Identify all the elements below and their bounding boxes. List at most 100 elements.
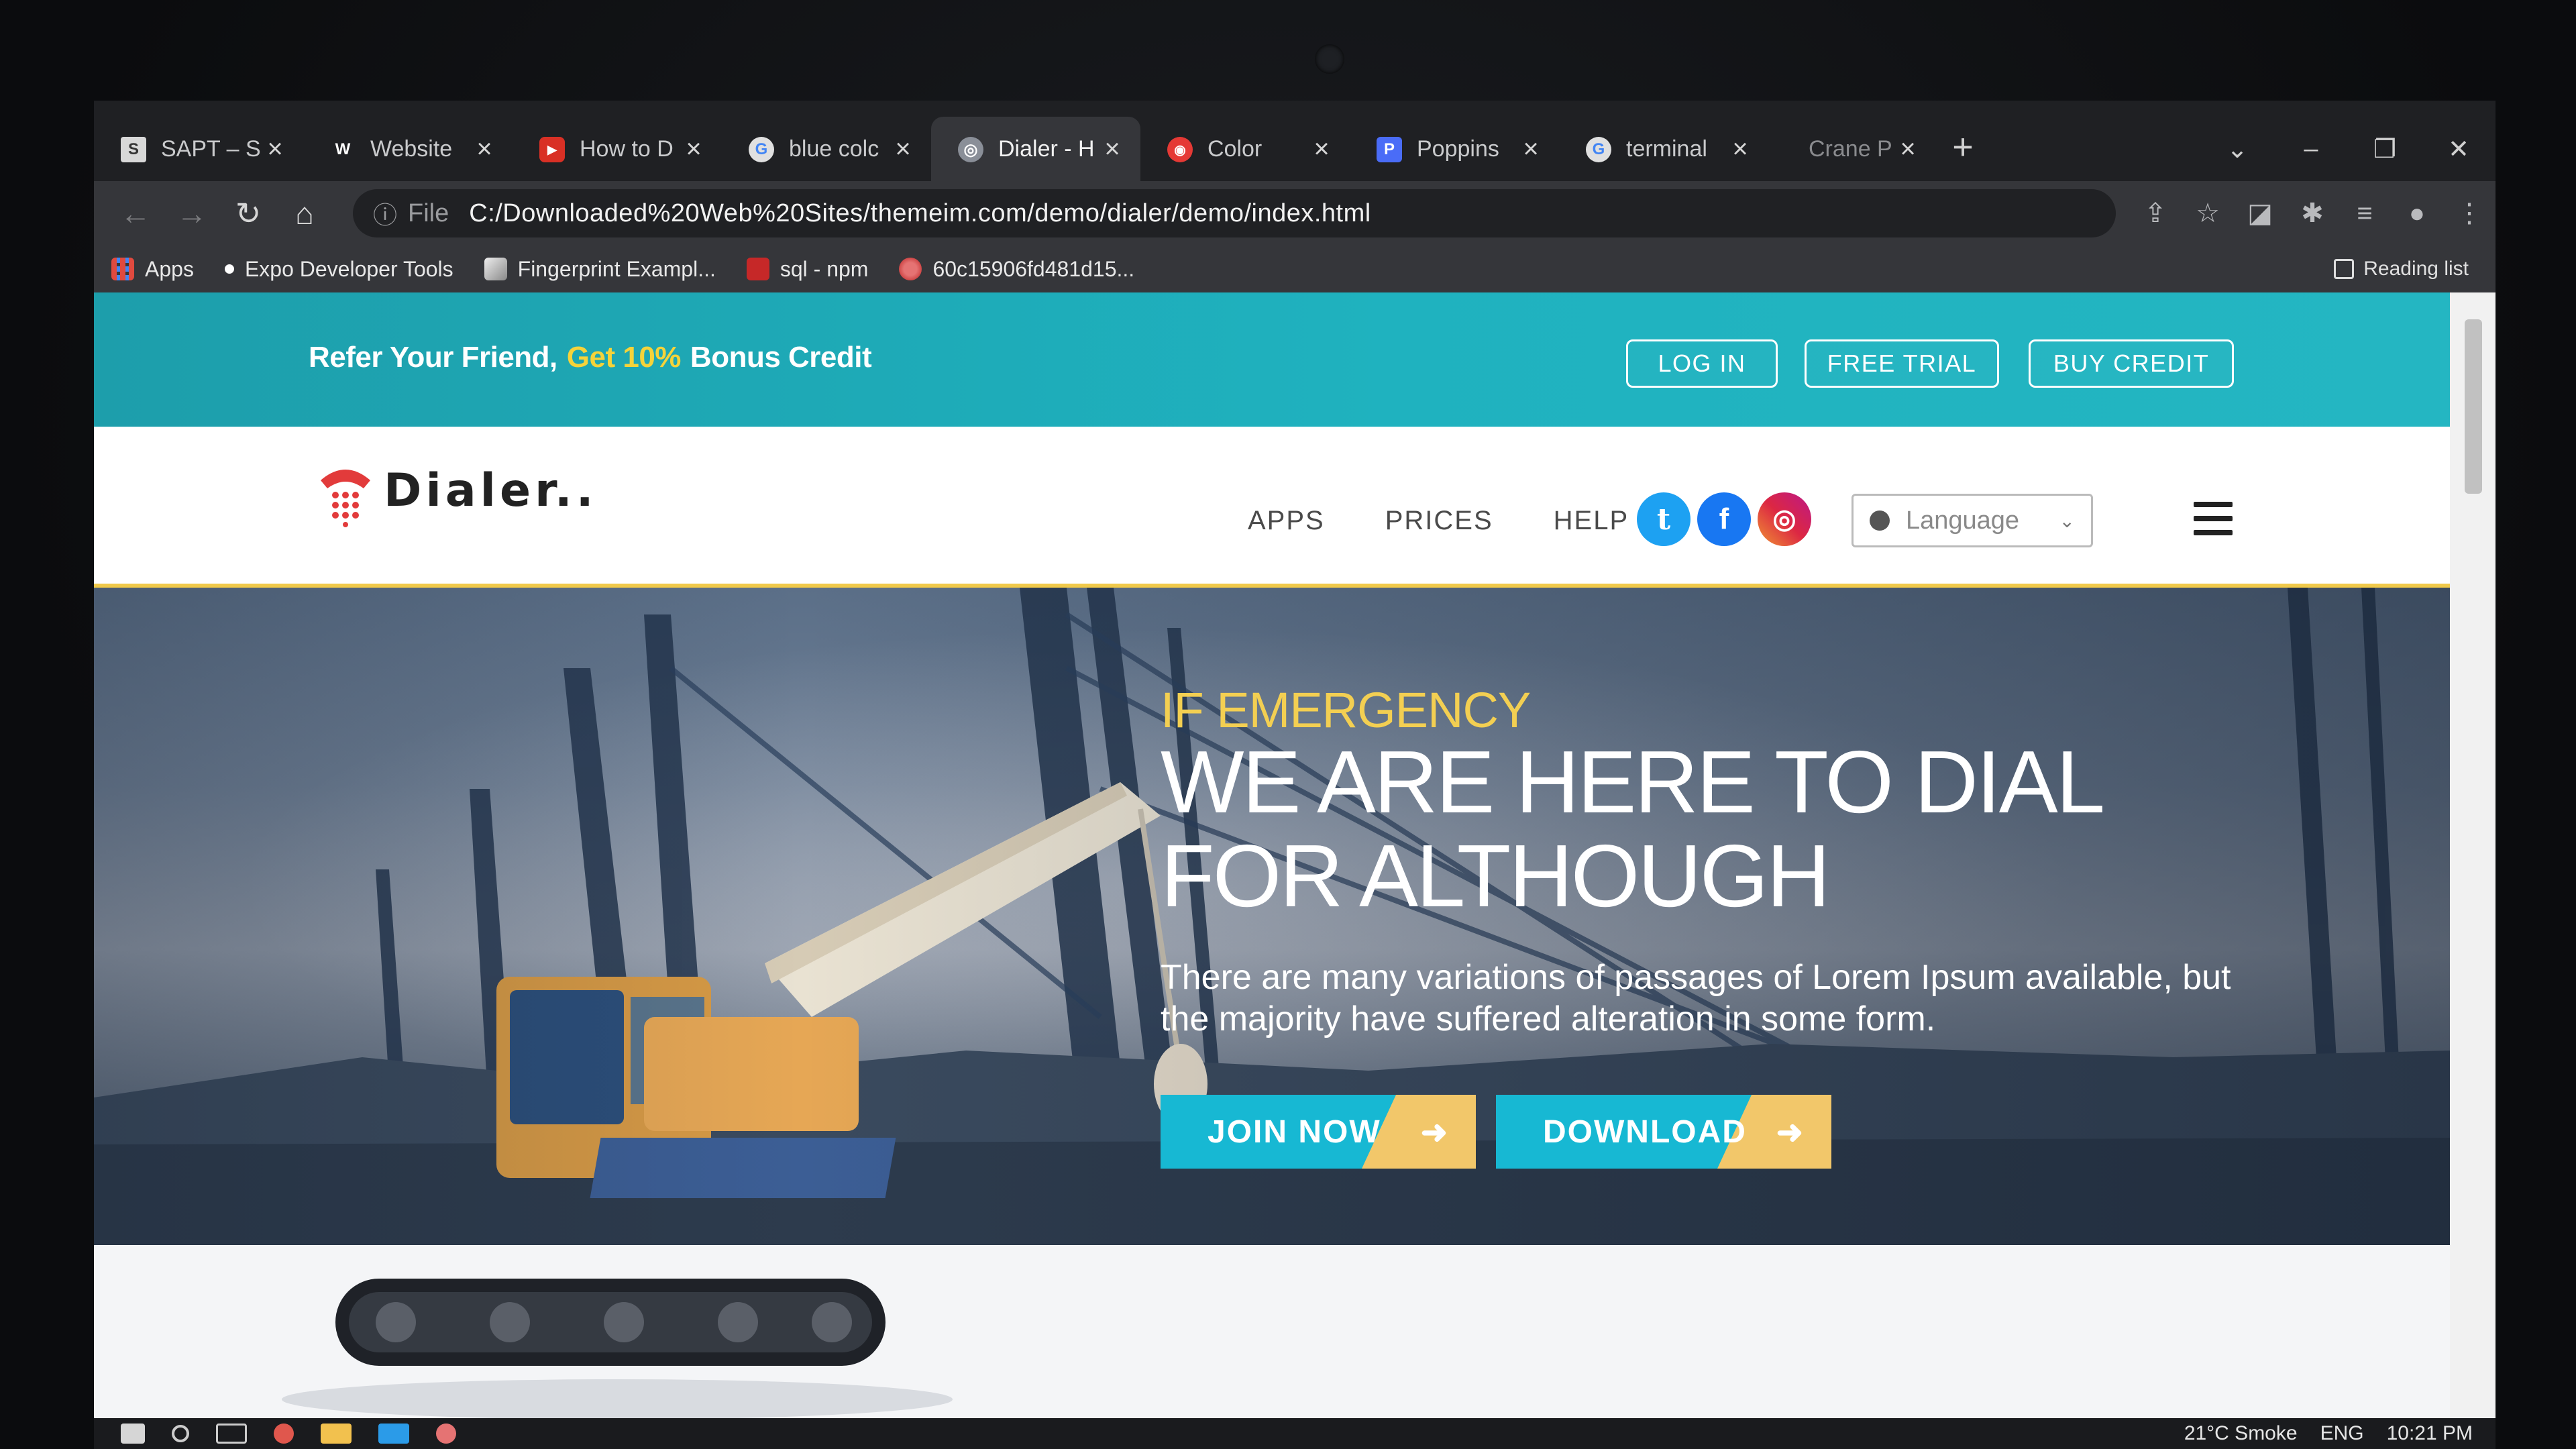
input-language[interactable]: ENG	[2320, 1422, 2364, 1445]
tab-active[interactable]: ◎ Dialer - H ×	[931, 117, 1140, 181]
tab[interactable]: ◉ Color ×	[1140, 117, 1350, 181]
home-icon[interactable]: ⌂	[276, 195, 333, 231]
bookmark-label: Apps	[145, 256, 194, 281]
tab-title: SAPT – S	[161, 136, 261, 162]
tab-close-icon[interactable]: ×	[262, 136, 288, 162]
tab-title: Poppins	[1417, 136, 1499, 162]
main-menu: APPS PRICES HELP	[1248, 506, 1689, 536]
address-bar[interactable]: ⓘ File C:/Downloaded%20Web%20Sites/theme…	[353, 189, 2116, 237]
arrow-right-icon: ➜	[1776, 1115, 1805, 1150]
hero-title: WE ARE HERE TO DIAL FOR ALTHOUGH	[1161, 733, 2102, 925]
menu-item-prices[interactable]: PRICES	[1385, 506, 1493, 536]
weather-widget[interactable]: 21°C Smoke	[2184, 1422, 2298, 1445]
tab-favicon-icon: ◉	[1167, 137, 1193, 162]
clock[interactable]: 10:21 PM	[2387, 1422, 2473, 1445]
restore-icon[interactable]: ❐	[2348, 134, 2422, 164]
start-icon[interactable]	[121, 1424, 145, 1444]
share-icon[interactable]: ⇪	[2129, 198, 2182, 229]
reading-list[interactable]: Reading list	[2334, 258, 2469, 280]
free-trial-button[interactable]: FREE TRIAL	[1805, 339, 1999, 388]
tab[interactable]: G terminal ×	[1559, 117, 1768, 181]
join-now-button[interactable]: JOIN NOW ➜	[1161, 1095, 1476, 1169]
tab-close-icon[interactable]: ×	[1727, 136, 1754, 162]
social-links: t f ◎	[1637, 492, 1818, 546]
vscode-icon[interactable]	[378, 1424, 409, 1444]
tab[interactable]: P Poppins ×	[1350, 117, 1559, 181]
bookmark-hash[interactable]: 60c15906fd481d15...	[899, 257, 1134, 282]
forward-icon[interactable]: →	[164, 195, 220, 231]
buy-credit-button[interactable]: BUY CREDIT	[2029, 339, 2234, 388]
tab-close-icon[interactable]: ×	[471, 136, 498, 162]
menu-kebab-icon[interactable]: ⋮	[2443, 198, 2496, 229]
close-window-icon[interactable]: ✕	[2422, 134, 2496, 164]
tab-close-icon[interactable]: ×	[1308, 136, 1335, 162]
new-tab-button[interactable]: +	[1936, 117, 1990, 181]
tab-favicon-icon: G	[1586, 137, 1611, 162]
site-logo[interactable]: Dialer..	[315, 453, 598, 527]
toolbar-actions: ⇪ ☆ ◪ ✱ ≡ ● ⋮	[2129, 198, 2496, 229]
bookmark-expo[interactable]: Expo Developer Tools	[224, 256, 453, 282]
tab-close-icon[interactable]: ×	[1517, 136, 1544, 162]
bookmarks-bar: Apps Expo Developer Tools Fingerprint Ex…	[94, 246, 2496, 292]
tab-close-icon[interactable]: ×	[680, 136, 707, 162]
minimize-icon[interactable]: –	[2274, 135, 2348, 164]
tab-title: blue colc	[789, 136, 879, 162]
bookmark-apps[interactable]: Apps	[111, 257, 194, 282]
address-scheme: File	[408, 199, 449, 227]
bookmark-label: Expo Developer Tools	[244, 256, 453, 281]
instagram-icon[interactable]: ◎	[1758, 492, 1811, 546]
tab[interactable]: W Website ×	[303, 117, 513, 181]
globe-icon	[1870, 511, 1890, 531]
reload-icon[interactable]: ↻	[220, 195, 276, 231]
fingerprint-icon	[484, 258, 507, 280]
hero-description: There are many variations of passages of…	[1161, 958, 2231, 1038]
extensions-puzzle-icon[interactable]: ✱	[2286, 198, 2339, 229]
bookmark-fingerprint[interactable]: Fingerprint Exampl...	[484, 257, 716, 282]
reading-list-label: Reading list	[2363, 258, 2469, 280]
menu-item-help[interactable]: HELP	[1554, 506, 1629, 536]
tab-title: Dialer - H	[998, 136, 1095, 162]
app-icon[interactable]	[436, 1424, 456, 1444]
tab-favicon-icon: ▶	[539, 137, 565, 162]
tab-favicon-icon: S	[121, 137, 146, 162]
scrollbar-thumb[interactable]	[2465, 319, 2482, 494]
menu-item-apps[interactable]: APPS	[1248, 506, 1325, 536]
file-explorer-icon[interactable]	[321, 1424, 352, 1444]
site-info-icon[interactable]: ⓘ	[373, 196, 397, 231]
tab-title: How to D	[580, 136, 674, 162]
expo-dot-icon	[224, 264, 234, 274]
tab-close-icon[interactable]: ×	[890, 136, 916, 162]
page-scrollbar[interactable]	[2450, 292, 2496, 1449]
tab-title: Website	[370, 136, 453, 162]
tab-search-icon[interactable]: ⌄	[2200, 134, 2274, 164]
extension-icon[interactable]: ◪	[2234, 198, 2286, 229]
tab[interactable]: S SAPT – S ×	[94, 117, 303, 181]
tab-close-icon[interactable]: ×	[1099, 136, 1126, 162]
reading-list-icon	[2334, 259, 2355, 279]
tab[interactable]: Crane P ×	[1768, 117, 1936, 181]
reading-mode-icon[interactable]: ≡	[2339, 199, 2391, 229]
download-button[interactable]: DOWNLOAD ➜	[1496, 1095, 1831, 1169]
tab[interactable]: ▶ How to D ×	[513, 117, 722, 181]
search-icon[interactable]	[172, 1425, 189, 1442]
bookmark-label: 60c15906fd481d15...	[932, 256, 1135, 281]
tab-close-icon[interactable]: ×	[1894, 136, 1921, 162]
bookmark-npm[interactable]: sql - npm	[746, 257, 868, 282]
tab[interactable]: G blue colc ×	[722, 117, 931, 181]
address-url[interactable]: C:/Downloaded%20Web%20Sites/themeim.com/…	[469, 199, 1371, 228]
chrome-icon[interactable]	[274, 1424, 294, 1444]
profile-icon[interactable]: ●	[2391, 199, 2443, 229]
task-view-icon[interactable]	[216, 1424, 247, 1444]
hamburger-menu-icon[interactable]	[2194, 502, 2233, 535]
chevron-down-icon: ⌄	[2059, 510, 2075, 531]
twitter-icon[interactable]: t	[1637, 492, 1690, 546]
dotted-circle-icon	[899, 258, 922, 280]
back-icon[interactable]: ←	[107, 195, 164, 231]
language-select[interactable]: Language ⌄	[1851, 494, 2093, 547]
bookmark-star-icon[interactable]: ☆	[2182, 198, 2234, 229]
promo-bar: Refer Your Friend, Get 10% Bonus Credit LO…	[94, 292, 2450, 427]
facebook-icon[interactable]: f	[1697, 492, 1751, 546]
login-button[interactable]: LOG IN	[1626, 339, 1778, 388]
refer-label: Refer Your Friend,	[309, 341, 557, 374]
site-navbar: Dialer.. APPS PRICES HELP t f ◎ Language…	[94, 427, 2450, 588]
